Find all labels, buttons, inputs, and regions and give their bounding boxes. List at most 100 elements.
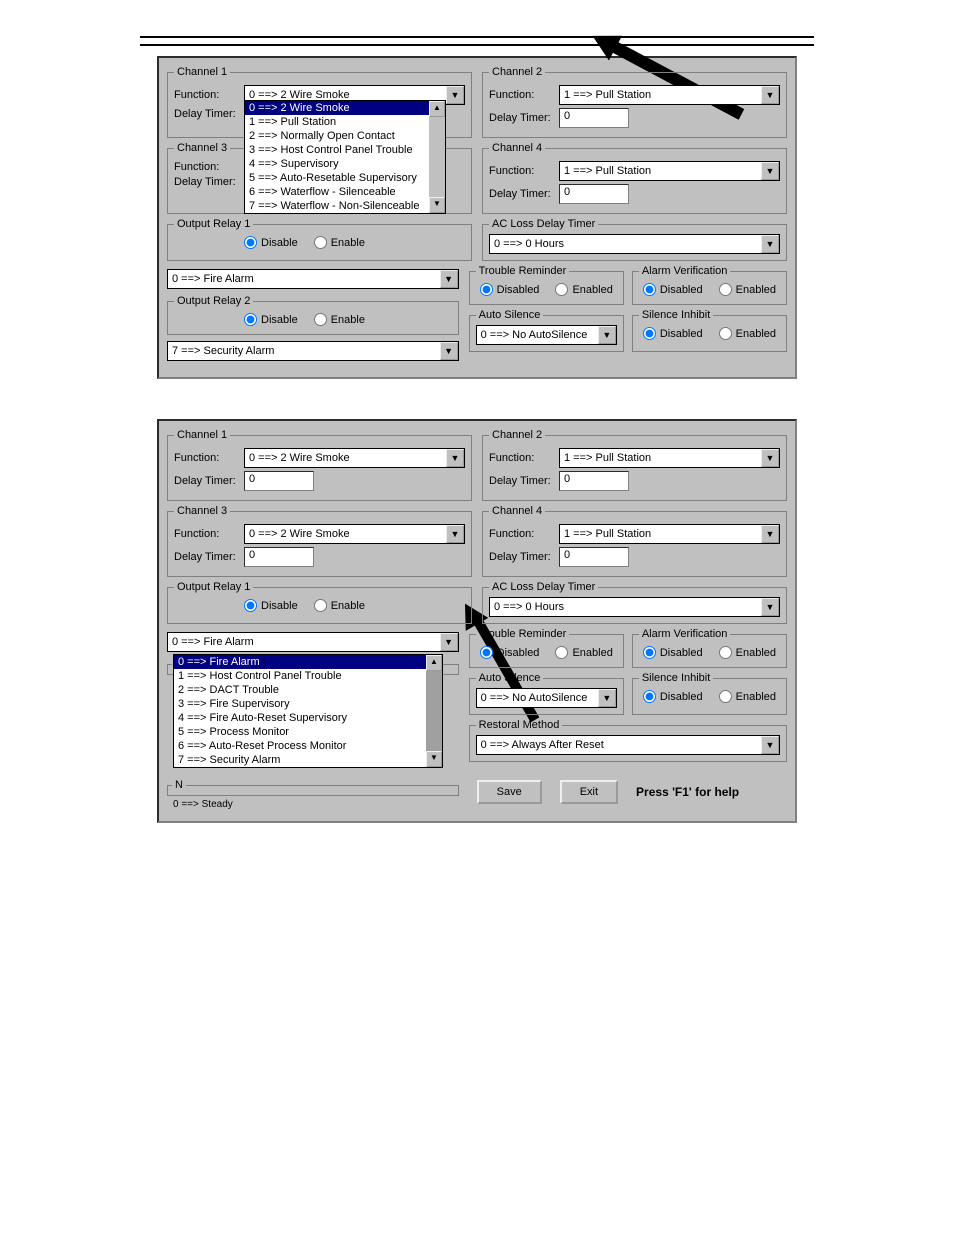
- chevron-down-icon[interactable]: ▼: [761, 86, 779, 104]
- radio-av-enabled[interactable]: Enabled: [719, 283, 776, 296]
- group-channel-2: Channel 2 Function: 1 ==> Pull Station ▼…: [482, 66, 787, 138]
- radio-tr-disabled[interactable]: Disabled: [480, 283, 540, 296]
- group-silence-inhibit: Silence Inhibit Disabled Enabled: [632, 309, 787, 352]
- scroll-down-icon[interactable]: ▼: [429, 197, 445, 213]
- radio-tr-disabled-b[interactable]: Disabled: [480, 646, 540, 659]
- label-delay-timer: Delay Timer:: [174, 176, 244, 188]
- radio-relay1-enable-b[interactable]: Enable: [314, 599, 365, 612]
- group-n: N: [167, 779, 459, 796]
- combo-ch2-function[interactable]: 1 ==> Pull Station ▼: [559, 85, 780, 105]
- radio-av-enabled-b[interactable]: Enabled: [719, 646, 776, 659]
- label-delay-timer: Delay Timer:: [174, 108, 244, 120]
- chevron-down-icon[interactable]: ▼: [440, 633, 458, 651]
- scroll-up-icon[interactable]: ▲: [426, 655, 442, 671]
- scrollbar[interactable]: ▲ ▼: [429, 101, 445, 213]
- radio-si-disabled[interactable]: Disabled: [643, 327, 703, 340]
- chevron-down-icon[interactable]: ▼: [440, 270, 458, 288]
- chevron-down-icon[interactable]: ▼: [446, 525, 464, 543]
- combo-relay1-type-b[interactable]: 0 ==> Fire Alarm ▼: [167, 632, 459, 652]
- group-trouble-reminder-b: Trouble Reminder Disabled Enabled: [469, 628, 624, 668]
- chevron-down-icon[interactable]: ▼: [598, 326, 616, 344]
- input-ch2-delay[interactable]: 0: [559, 108, 629, 128]
- radio-av-disabled[interactable]: Disabled: [643, 283, 703, 296]
- input-ch1-delay-b[interactable]: 0: [244, 471, 314, 491]
- relay-opt-3[interactable]: 3 ==> Fire Supervisory: [174, 697, 426, 711]
- label-function: Function:: [489, 89, 559, 101]
- combo-ch4-function-b[interactable]: 1 ==> Pull Station ▼: [559, 524, 780, 544]
- group-channel-3-b: Channel 3 Function: 0 ==> 2 Wire Smoke ▼…: [167, 505, 472, 577]
- input-ch3-delay-b[interactable]: 0: [244, 547, 314, 567]
- relay-opt-1[interactable]: 1 ==> Host Control Panel Trouble: [174, 669, 426, 683]
- label-delay-timer: Delay Timer:: [489, 112, 559, 124]
- option-5[interactable]: 5 ==> Auto-Resetable Supervisory: [245, 171, 429, 185]
- radio-relay1-disable-b[interactable]: Disable: [244, 599, 298, 612]
- chevron-down-icon[interactable]: ▼: [761, 736, 779, 754]
- combo-relay1-type[interactable]: 0 ==> Fire Alarm ▼: [167, 269, 459, 289]
- radio-relay2-disable[interactable]: Disable: [244, 313, 298, 326]
- chevron-down-icon[interactable]: ▼: [761, 235, 779, 253]
- option-3[interactable]: 3 ==> Host Control Panel Trouble: [245, 143, 429, 157]
- relay-opt-5[interactable]: 5 ==> Process Monitor: [174, 725, 426, 739]
- input-ch4-delay[interactable]: 0: [559, 184, 629, 204]
- legend-output-relay-2: Output Relay 2: [174, 295, 253, 307]
- chevron-down-icon[interactable]: ▼: [446, 449, 464, 467]
- option-4[interactable]: 4 ==> Supervisory: [245, 157, 429, 171]
- combo-ch4-function[interactable]: 1 ==> Pull Station ▼: [559, 161, 780, 181]
- dropdown-function-options[interactable]: 0 ==> 2 Wire Smoke 1 ==> Pull Station 2 …: [244, 100, 446, 214]
- relay-opt-0[interactable]: 0 ==> Fire Alarm: [174, 655, 426, 669]
- relay-opt-6[interactable]: 6 ==> Auto-Reset Process Monitor: [174, 739, 426, 753]
- chevron-down-icon[interactable]: ▼: [761, 162, 779, 180]
- scroll-down-icon[interactable]: ▼: [426, 751, 442, 767]
- chevron-down-icon[interactable]: ▼: [761, 449, 779, 467]
- chevron-down-icon[interactable]: ▼: [761, 525, 779, 543]
- option-0[interactable]: 0 ==> 2 Wire Smoke: [245, 101, 429, 115]
- option-6[interactable]: 6 ==> Waterflow - Silenceable: [245, 185, 429, 199]
- scroll-up-icon[interactable]: ▲: [429, 101, 445, 117]
- chevron-down-icon[interactable]: ▼: [446, 86, 464, 104]
- relay-opt-7[interactable]: 7 ==> Security Alarm: [174, 753, 426, 767]
- legend-channel-3: Channel 3: [174, 142, 230, 154]
- group-auto-silence-b: Auto Silence 0 ==> No AutoSilence ▼: [469, 672, 624, 715]
- exit-button[interactable]: Exit: [560, 780, 618, 804]
- combo-ch1-function-b[interactable]: 0 ==> 2 Wire Smoke ▼: [244, 448, 465, 468]
- radio-tr-enabled[interactable]: Enabled: [555, 283, 612, 296]
- chevron-down-icon[interactable]: ▼: [761, 598, 779, 616]
- combo-ch2-function-b[interactable]: 1 ==> Pull Station ▼: [559, 448, 780, 468]
- rule-top: [140, 36, 814, 38]
- combo-relay2-type[interactable]: 7 ==> Security Alarm ▼: [167, 341, 459, 361]
- save-button[interactable]: Save: [477, 780, 542, 804]
- scrollbar[interactable]: ▲ ▼: [426, 655, 442, 767]
- combo-ac-loss-b[interactable]: 0 ==> 0 Hours ▼: [489, 597, 780, 617]
- chevron-down-icon[interactable]: ▼: [598, 689, 616, 707]
- radio-av-disabled-b[interactable]: Disabled: [643, 646, 703, 659]
- hint-steady: 0 ==> Steady: [167, 798, 459, 811]
- radio-tr-enabled-b[interactable]: Enabled: [555, 646, 612, 659]
- combo-ch3-function-b[interactable]: 0 ==> 2 Wire Smoke ▼: [244, 524, 465, 544]
- radio-si-enabled-b[interactable]: Enabled: [719, 690, 776, 703]
- radio-relay1-enable[interactable]: Enable: [314, 236, 365, 249]
- group-output-relay-1-b: Output Relay 1 Disable Enable: [167, 581, 472, 624]
- relay-opt-2[interactable]: 2 ==> DACT Trouble: [174, 683, 426, 697]
- relay-opt-4[interactable]: 4 ==> Fire Auto-Reset Supervisory: [174, 711, 426, 725]
- chevron-down-icon[interactable]: ▼: [440, 342, 458, 360]
- radio-si-enabled[interactable]: Enabled: [719, 327, 776, 340]
- panel-bottom: Channel 1 Function: 0 ==> 2 Wire Smoke ▼…: [157, 419, 797, 823]
- radio-relay2-enable[interactable]: Enable: [314, 313, 365, 326]
- legend-alarm-verification: Alarm Verification: [639, 265, 731, 277]
- radio-relay1-disable[interactable]: Disable: [244, 236, 298, 249]
- option-7[interactable]: 7 ==> Waterflow - Non-Silenceable: [245, 199, 429, 213]
- option-2[interactable]: 2 ==> Normally Open Contact: [245, 129, 429, 143]
- combo-auto-silence-b[interactable]: 0 ==> No AutoSilence ▼: [476, 688, 617, 708]
- group-channel-1-b: Channel 1 Function: 0 ==> 2 Wire Smoke ▼…: [167, 429, 472, 501]
- dropdown-relay-options[interactable]: 0 ==> Fire Alarm 1 ==> Host Control Pane…: [173, 654, 443, 768]
- combo-auto-silence[interactable]: 0 ==> No AutoSilence ▼: [476, 325, 617, 345]
- group-trouble-reminder: Trouble Reminder Disabled Enabled: [469, 265, 624, 305]
- input-ch4-delay-b[interactable]: 0: [559, 547, 629, 567]
- combo-restoral-method[interactable]: 0 ==> Always After Reset ▼: [476, 735, 780, 755]
- legend-channel-4: Channel 4: [489, 142, 545, 154]
- input-ch2-delay-b[interactable]: 0: [559, 471, 629, 491]
- combo-ac-loss[interactable]: 0 ==> 0 Hours ▼: [489, 234, 780, 254]
- option-1[interactable]: 1 ==> Pull Station: [245, 115, 429, 129]
- radio-si-disabled-b[interactable]: Disabled: [643, 690, 703, 703]
- group-restoral-method: Restoral Method 0 ==> Always After Reset…: [469, 719, 787, 762]
